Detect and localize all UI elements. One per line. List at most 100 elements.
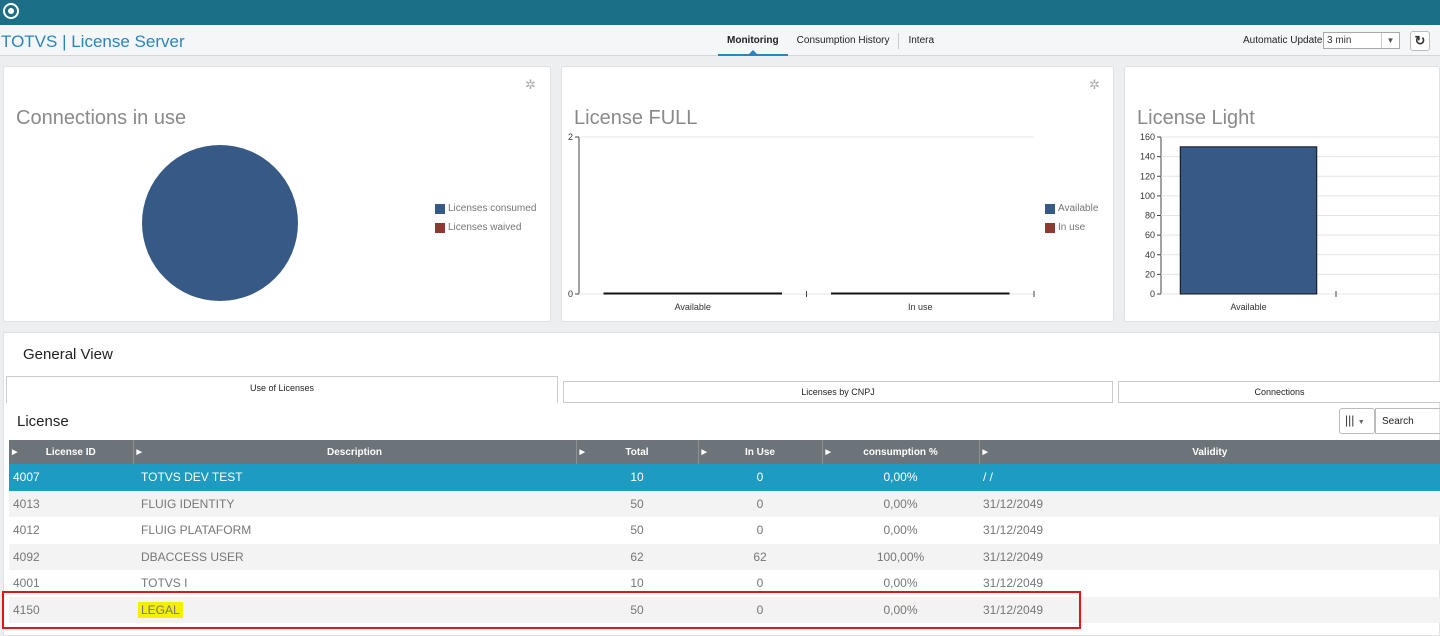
cell-consumption: 0,00% bbox=[822, 464, 979, 491]
main-nav: Monitoring Consumption History Intera bbox=[718, 25, 943, 56]
cell-description: DBACCESS USER bbox=[133, 543, 576, 570]
sort-icon: ▶ bbox=[982, 449, 988, 456]
legend-swatch bbox=[435, 203, 445, 214]
legend-item-available: Available bbox=[1045, 203, 1098, 214]
license-full-legend: Available In use bbox=[1045, 203, 1098, 241]
chevron-down-icon: ▼ bbox=[1357, 419, 1365, 426]
table-row[interactable]: 4013 FLUIG IDENTITY 50 0 0,00% 31/12/2049 bbox=[9, 490, 1440, 517]
cell-license-id: 4150 bbox=[9, 596, 133, 623]
cell-validity: 31/12/2049 bbox=[979, 543, 1440, 570]
sort-icon: ▶ bbox=[825, 449, 831, 456]
cell-consumption: 0,00% bbox=[822, 490, 979, 517]
x-tick-label: Available bbox=[675, 302, 711, 312]
cell-validity: / / bbox=[979, 464, 1440, 491]
connections-pie-chart bbox=[142, 145, 298, 301]
table-row[interactable]: 4092 DBACCESS USER 62 62 100,00% 31/12/2049 bbox=[9, 543, 1440, 570]
sort-icon: ▶ bbox=[579, 449, 585, 456]
cell-total: 10 bbox=[576, 464, 698, 491]
y-tick-label: 80 bbox=[1145, 211, 1155, 221]
cell-description: TOTVS DEV TEST bbox=[133, 464, 576, 491]
table-row[interactable]: 4150 LEGAL 50 0 0,00% 31/12/2049 bbox=[9, 596, 1440, 623]
column-header-description[interactable]: ▶ Description bbox=[133, 440, 577, 464]
column-header-consumption[interactable]: ▶ consumption % bbox=[822, 440, 980, 464]
y-tick-label: 160 bbox=[1140, 132, 1155, 142]
sort-icon: ▶ bbox=[701, 449, 707, 456]
cell-total: 62 bbox=[576, 543, 698, 570]
column-header-in-use[interactable]: ▶ In Use bbox=[698, 440, 823, 464]
column-header-license-id[interactable]: ▶ License ID bbox=[9, 440, 134, 464]
cell-consumption: 0,00% bbox=[883, 523, 918, 538]
legend-label: Licenses consumed bbox=[448, 203, 537, 214]
sort-icon: ▶ bbox=[136, 449, 142, 456]
cell-consumption: 0,00% bbox=[822, 596, 979, 623]
tab-consumption-history[interactable]: Consumption History bbox=[788, 25, 899, 56]
bar-in-use bbox=[831, 292, 1010, 295]
cell-description: TOTVS I bbox=[141, 576, 188, 591]
app-title: TOTVS | License Server bbox=[1, 32, 185, 51]
cell-in-use: 0 bbox=[698, 490, 822, 517]
tab-use-of-licenses[interactable]: Use of Licenses bbox=[6, 376, 558, 403]
cell-total: 50 bbox=[576, 596, 698, 623]
x-tick-label: In use bbox=[908, 302, 933, 312]
table-header-row: ▶ License ID ▶ Description ▶ Total ▶ In Use … bbox=[9, 440, 1440, 464]
tab-monitoring[interactable]: Monitoring bbox=[718, 25, 788, 56]
cell-total: 50 bbox=[630, 523, 644, 538]
columns-icon: ||| bbox=[1345, 413, 1355, 427]
column-header-total[interactable]: ▶ Total bbox=[576, 440, 699, 464]
legend-label: Licenses waived bbox=[448, 222, 522, 233]
cell-total: 50 bbox=[576, 490, 698, 517]
cell-validity: 31/12/2049 bbox=[983, 523, 1044, 538]
license-section-title: License bbox=[17, 413, 69, 430]
auto-update-label: Automatic Update bbox=[1243, 35, 1323, 46]
chevron-down-icon[interactable]: ▼ bbox=[1381, 33, 1399, 48]
refresh-button[interactable]: ↻ bbox=[1410, 31, 1430, 51]
cell-license-id: 4012 bbox=[13, 523, 40, 538]
tab-intera[interactable]: Intera bbox=[899, 25, 943, 56]
cell-consumption: 100,00% bbox=[822, 543, 979, 570]
general-view-panel: General View Use of Licenses Licenses by… bbox=[3, 332, 1440, 636]
legend-label: Available bbox=[1058, 203, 1099, 214]
legend-item-in-use: In use bbox=[1045, 222, 1098, 233]
y-tick-label: 100 bbox=[1140, 191, 1155, 201]
legend-item-consumed: Licenses consumed bbox=[435, 203, 536, 214]
cell-in-use: 62 bbox=[698, 543, 822, 570]
sort-icon: ▶ bbox=[12, 449, 18, 456]
y-tick-label: 120 bbox=[1140, 171, 1155, 181]
refresh-icon: ↻ bbox=[1414, 33, 1426, 48]
legend-item-waived: Licenses waived bbox=[435, 222, 536, 233]
cell-in-use: 0 bbox=[756, 523, 764, 538]
connections-legend: Licenses consumed Licenses waived bbox=[435, 203, 536, 241]
cell-in-use: 0 bbox=[756, 576, 764, 591]
top-bar bbox=[0, 0, 1440, 25]
connections-card: Connections in use ✲ Licenses consumed L… bbox=[3, 66, 551, 322]
cell-license-id: 4001 bbox=[13, 576, 40, 591]
cell-license-id: 4092 bbox=[9, 543, 133, 570]
license-full-bar-chart: 0 2 Available In use bbox=[568, 132, 1035, 312]
cell-in-use: 0 bbox=[698, 596, 822, 623]
license-light-bar-chart: 0 20 40 60 80 100 120 140 160 Available bbox=[1140, 132, 1440, 312]
bar-available bbox=[1179, 146, 1318, 295]
cell-description: FLUIG IDENTITY bbox=[133, 490, 576, 517]
tab-licenses-by-cnpj[interactable]: Licenses by CNPJ bbox=[563, 381, 1113, 403]
cell-validity: 31/12/2049 bbox=[983, 576, 1044, 591]
table-row[interactable]: 4001 TOTVS I 10 0 0,00% 31/12/2049 bbox=[9, 570, 1440, 597]
cell-in-use: 0 bbox=[698, 464, 822, 491]
auto-update-select[interactable]: 3 min ▼ bbox=[1323, 32, 1400, 49]
tab-connections[interactable]: Connections bbox=[1118, 381, 1440, 403]
cell-license-id: 4013 bbox=[9, 490, 133, 517]
y-tick-label: 20 bbox=[1145, 269, 1155, 279]
search-input[interactable]: Search bbox=[1375, 408, 1440, 434]
table-row[interactable]: 4012 FLUIG PLATAFORM 50 0 0,00% 31/12/2049 bbox=[9, 517, 1440, 544]
cell-description: FLUIG PLATAFORM bbox=[141, 523, 252, 538]
legend-swatch bbox=[435, 222, 445, 233]
license-light-card: License Light 0 20 40 60 80 100 120 140 160 Avail… bbox=[1124, 66, 1440, 322]
app-logo-icon[interactable] bbox=[3, 3, 19, 19]
cell-consumption: 0,00% bbox=[883, 576, 918, 591]
cell-description: LEGAL bbox=[133, 596, 576, 623]
x-tick-label: Available bbox=[1230, 302, 1266, 312]
columns-button[interactable]: ||| ▼ bbox=[1339, 408, 1375, 434]
table-row[interactable]: 4007 TOTVS DEV TEST 10 0 0,00% / / bbox=[9, 464, 1440, 491]
legend-label: In use bbox=[1058, 222, 1086, 233]
column-header-validity[interactable]: ▶ Validity bbox=[979, 440, 1440, 464]
legend-swatch bbox=[1045, 222, 1055, 233]
